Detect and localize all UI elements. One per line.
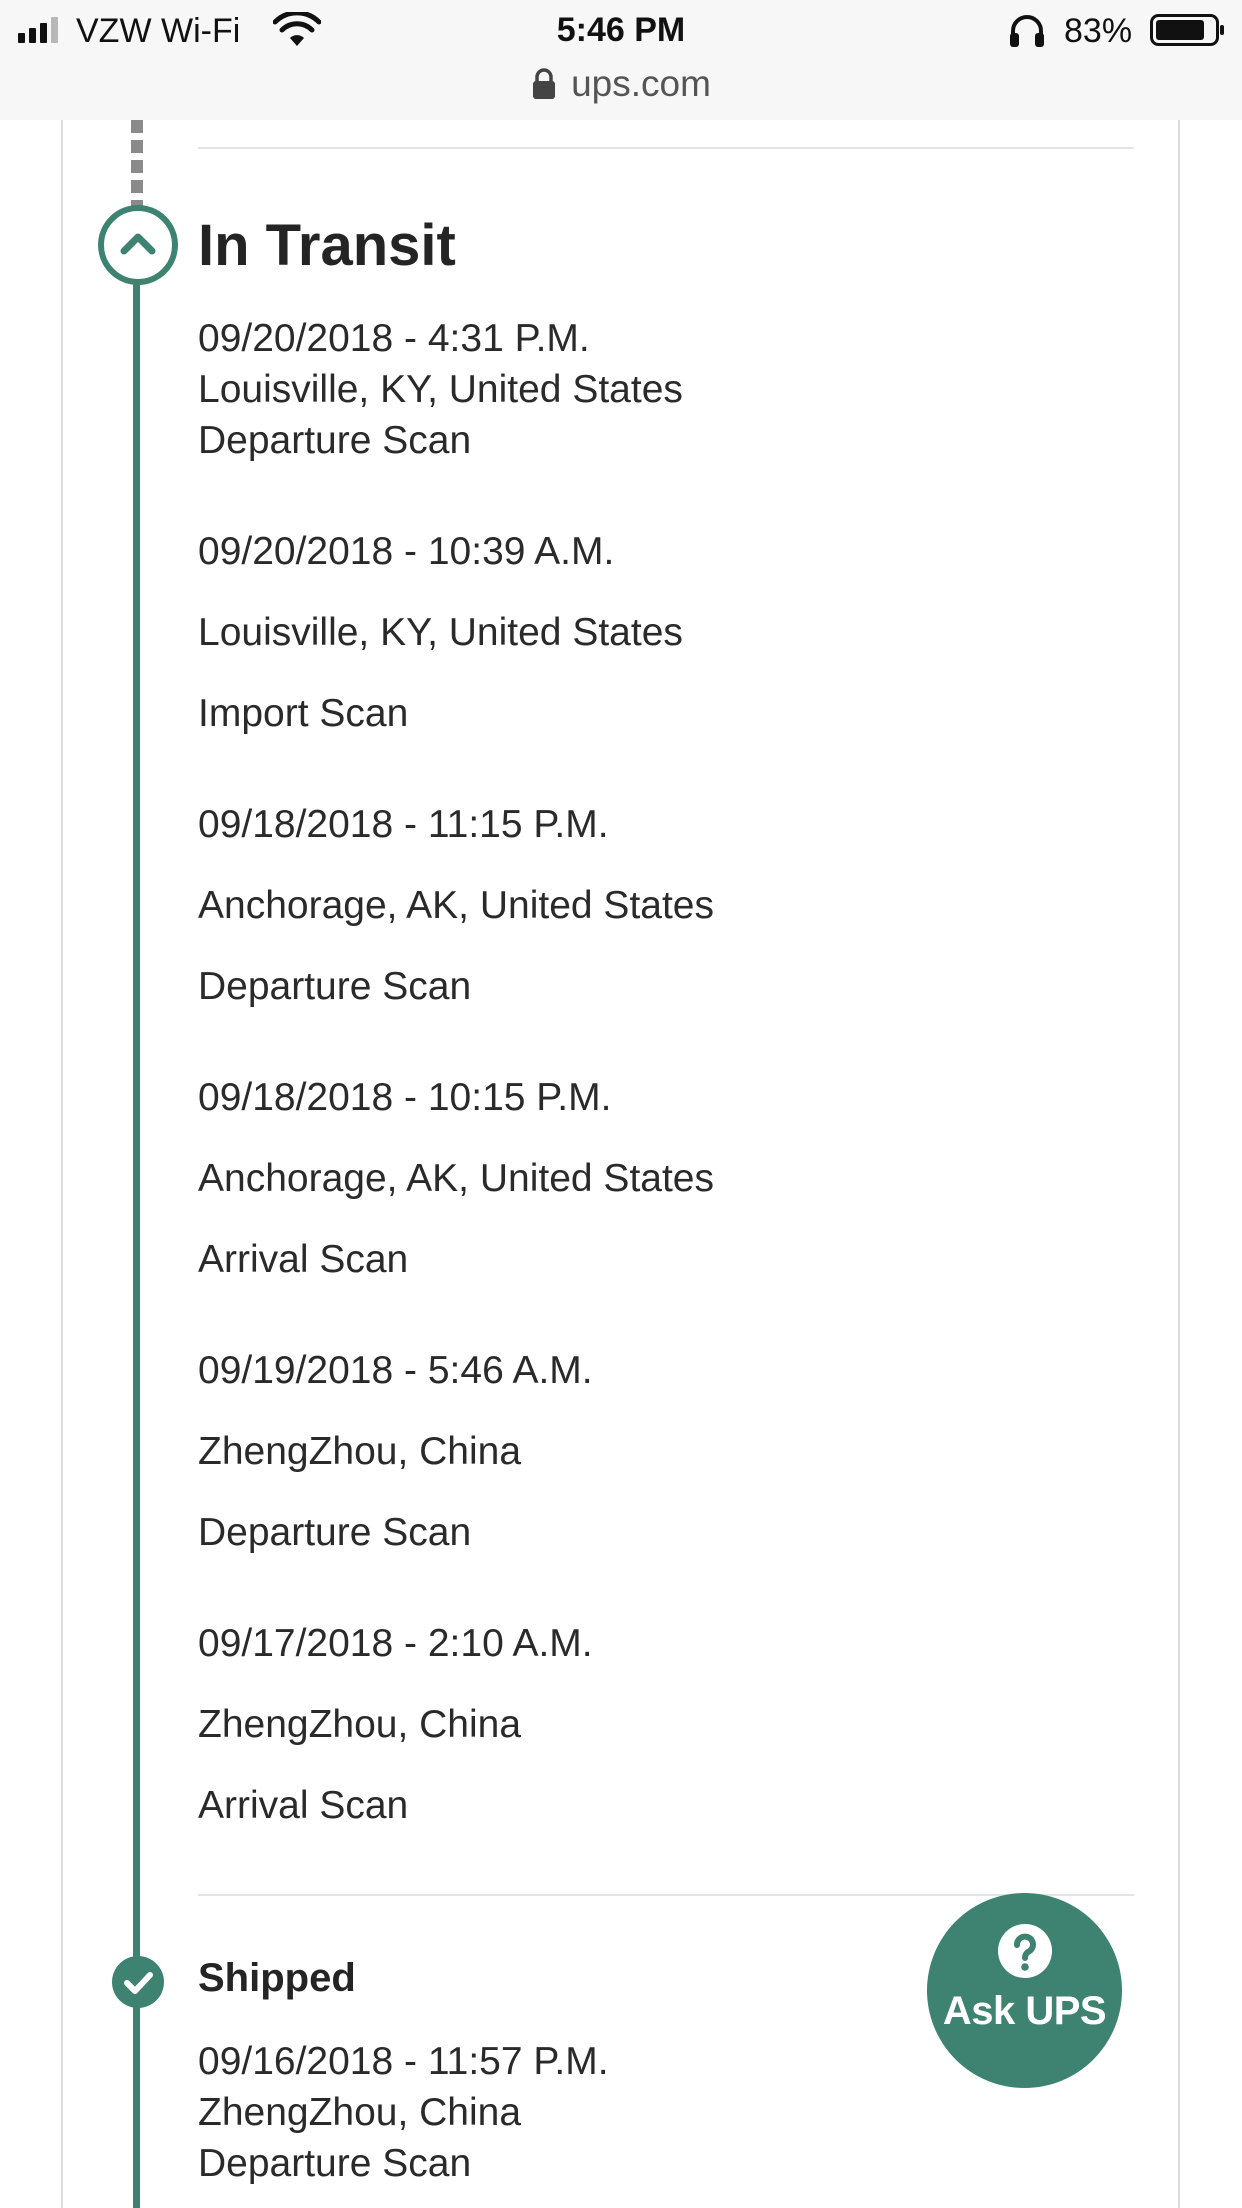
event-location: Louisville, KY, United States — [198, 368, 683, 411]
event-location: ZhengZhou, China — [198, 1703, 522, 1746]
event-location: Anchorage, AK, United States — [198, 1157, 714, 1200]
section-title-shipped: Shipped — [198, 1956, 356, 2000]
event-location: ZhengZhou, China — [198, 2091, 522, 2134]
ask-ups-button[interactable]: Ask UPS — [927, 1893, 1122, 2088]
address-bar[interactable]: ups.com — [0, 62, 1242, 106]
event-datetime: 09/18/2018 - 10:15 P.M. — [198, 1076, 612, 1119]
event-datetime: 09/19/2018 - 5:46 A.M. — [198, 1349, 593, 1392]
event-activity: Departure Scan — [198, 419, 472, 462]
section-title-in-transit: In Transit — [198, 213, 456, 278]
event-activity: Arrival Scan — [198, 1238, 409, 1281]
divider — [198, 147, 1134, 149]
checkmark-icon — [112, 1956, 164, 2008]
timeline-line — [133, 280, 140, 2208]
status-bar: VZW Wi-Fi 5:46 PM 83% — [0, 0, 1242, 60]
lock-icon — [533, 68, 556, 99]
event-activity: Departure Scan — [198, 2142, 472, 2185]
browser-top-bar: VZW Wi-Fi 5:46 PM 83% ups.com — [0, 0, 1242, 120]
event-location: Louisville, KY, United States — [198, 611, 683, 654]
event-location: ZhengZhou, China — [198, 1430, 522, 1473]
ask-ups-label: Ask UPS — [942, 1989, 1107, 2033]
chevron-up-icon — [120, 233, 156, 255]
divider — [198, 1894, 1134, 1896]
event-datetime: 09/20/2018 - 10:39 A.M. — [198, 530, 615, 573]
collapse-toggle-button[interactable] — [98, 205, 178, 285]
status-time: 5:46 PM — [556, 11, 686, 49]
event-datetime: 09/17/2018 - 2:10 A.M. — [198, 1622, 593, 1665]
event-activity: Arrival Scan — [198, 1784, 409, 1827]
event-activity: Import Scan — [198, 692, 409, 735]
event-activity: Departure Scan — [198, 965, 472, 1008]
event-datetime: 09/20/2018 - 4:31 P.M. — [198, 317, 590, 360]
url-text: ups.com — [571, 63, 711, 104]
event-activity: Departure Scan — [198, 1511, 472, 1554]
question-icon — [998, 1924, 1052, 1978]
card-border-right — [1178, 120, 1180, 2208]
event-location: Anchorage, AK, United States — [198, 884, 714, 927]
battery-percent: 83% — [1064, 12, 1133, 50]
event-datetime: 09/16/2018 - 11:57 P.M. — [198, 2040, 609, 2083]
event-datetime: 09/18/2018 - 11:15 P.M. — [198, 803, 609, 846]
battery-icon — [1150, 14, 1224, 46]
timeline-dotted-segment — [131, 120, 143, 212]
card-border-left — [61, 120, 63, 2208]
headphones-icon — [1010, 15, 1044, 47]
